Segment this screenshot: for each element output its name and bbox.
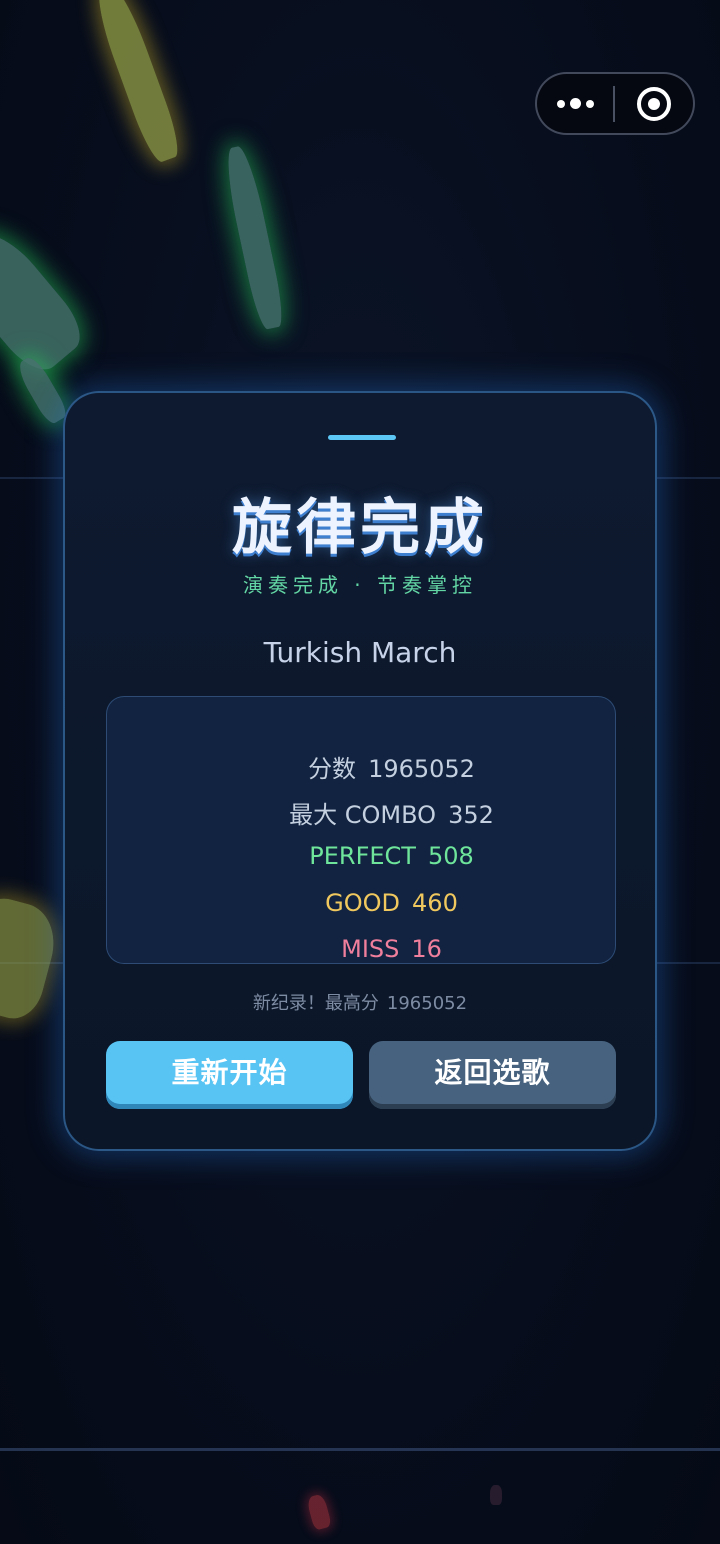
back-to-song-select-button[interactable]: 返回选歌 xyxy=(369,1041,616,1109)
note-shard xyxy=(490,1485,502,1505)
judgement-line xyxy=(0,1448,720,1451)
note-shard xyxy=(89,0,185,166)
miniprogram-capsule xyxy=(535,72,695,135)
card-handle xyxy=(328,435,396,440)
record-value: 1965052 xyxy=(386,993,468,1014)
record-text: 新纪录！最高分 xyxy=(252,993,379,1014)
new-record-note: 新纪录！最高分 1965052 xyxy=(65,989,655,1015)
note-shard xyxy=(221,144,287,331)
game-stage: 旋律完成 演奏完成 · 节奏掌控 Turkish March 分数 1965052… xyxy=(0,0,720,1544)
note-shard xyxy=(0,219,92,381)
more-dots-icon[interactable] xyxy=(537,98,613,109)
restart-button[interactable]: 重新开始 xyxy=(106,1041,353,1109)
result-subtitle: 演奏完成 · 节奏掌控 xyxy=(242,573,478,597)
result-title: 旋律完成 xyxy=(232,493,488,563)
miss-row: MISS 16 xyxy=(107,907,615,991)
note-shard xyxy=(0,890,64,1025)
song-name: Turkish March xyxy=(263,636,457,669)
target-close-icon[interactable] xyxy=(615,86,693,121)
miss-value: 16 xyxy=(411,935,442,963)
note-shard xyxy=(305,1493,333,1531)
miss-label: MISS xyxy=(341,935,400,963)
stats-panel: 分数 1965052 最大 COMBO 352 PERFECT 508 GOOD 460… xyxy=(106,696,616,964)
result-card: 旋律完成 演奏完成 · 节奏掌控 Turkish March 分数 1965052… xyxy=(63,391,657,1151)
